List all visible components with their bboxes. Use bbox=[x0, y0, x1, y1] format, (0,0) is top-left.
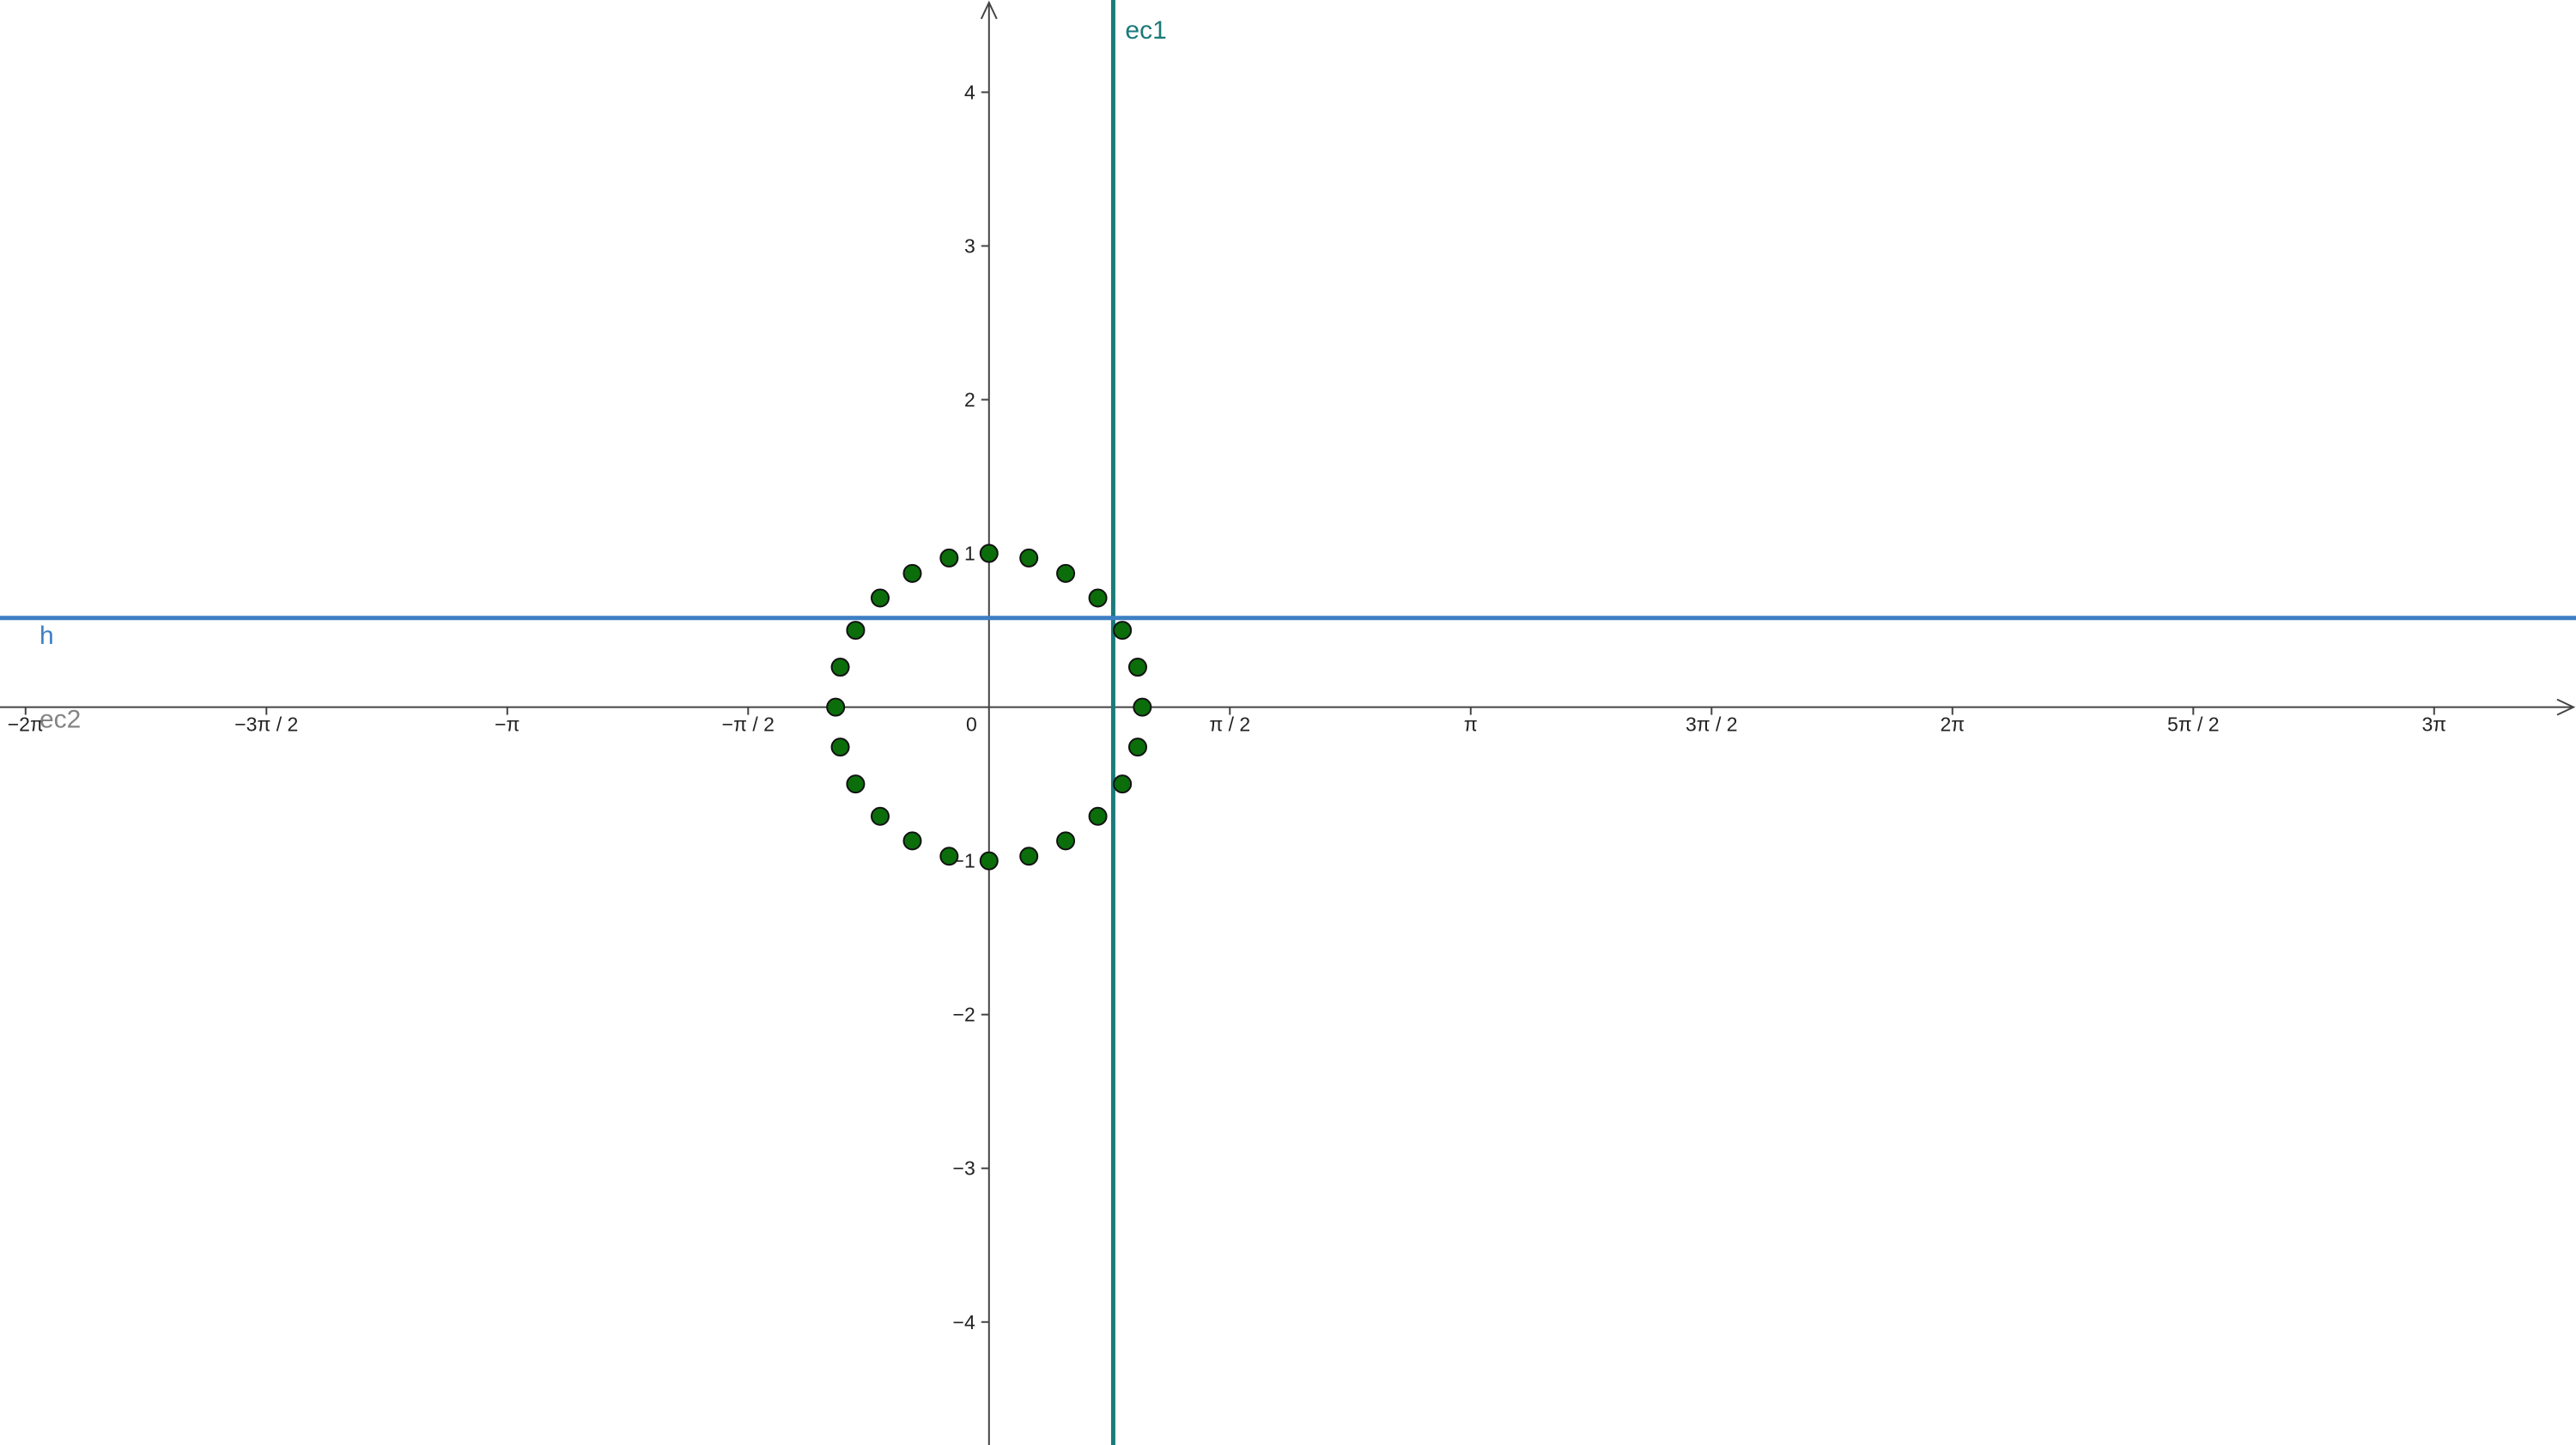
x-tick-label: 2π bbox=[1940, 713, 1965, 736]
data-point[interactable] bbox=[939, 548, 959, 568]
data-point[interactable] bbox=[902, 563, 922, 583]
y-tick-label: 3 bbox=[964, 234, 975, 257]
y-tick-label: 1 bbox=[964, 543, 975, 565]
origin-label: 0 bbox=[966, 713, 977, 736]
line-label-ec1: ec1 bbox=[1125, 16, 1166, 45]
line-label-ec2: ec2 bbox=[39, 706, 81, 734]
x-tick-label: π bbox=[1464, 713, 1478, 736]
data-point[interactable] bbox=[1128, 658, 1147, 677]
data-point[interactable] bbox=[1128, 738, 1147, 757]
x-tick-label: −3π / 2 bbox=[234, 713, 298, 736]
data-point[interactable] bbox=[1019, 548, 1039, 568]
y-tick-label: −4 bbox=[953, 1311, 975, 1333]
x-tick-label: −π bbox=[495, 713, 519, 736]
data-point[interactable] bbox=[830, 658, 850, 677]
x-tick-label: 5π / 2 bbox=[2167, 713, 2220, 736]
data-point[interactable] bbox=[979, 543, 999, 563]
data-point[interactable] bbox=[830, 738, 850, 757]
data-point[interactable] bbox=[979, 851, 999, 871]
data-point[interactable] bbox=[846, 774, 866, 794]
data-point[interactable] bbox=[826, 697, 846, 717]
data-point[interactable] bbox=[871, 806, 890, 826]
data-point[interactable] bbox=[871, 588, 890, 608]
data-point[interactable] bbox=[939, 847, 959, 866]
y-tick-label: −2 bbox=[953, 1004, 975, 1026]
y-tick-label: −3 bbox=[953, 1157, 975, 1180]
y-tick-label: 4 bbox=[964, 81, 975, 103]
data-point[interactable] bbox=[1088, 588, 1108, 608]
data-point[interactable] bbox=[1056, 563, 1076, 583]
graph-view[interactable]: 0 −2π −3π / 2 −π −π / 2 π / 2 π 3π / 2 2π 5π / 2… bbox=[0, 0, 2576, 1445]
y-tick-label: 2 bbox=[964, 389, 975, 411]
data-point[interactable] bbox=[902, 831, 922, 851]
line-label-h: h bbox=[39, 622, 54, 650]
x-tick-label: −π / 2 bbox=[722, 713, 775, 736]
data-point[interactable] bbox=[1113, 774, 1133, 794]
data-point[interactable] bbox=[1088, 806, 1108, 826]
x-tick-label: π / 2 bbox=[1209, 713, 1250, 736]
data-point[interactable] bbox=[846, 621, 866, 641]
x-tick-label: −2π bbox=[8, 713, 44, 736]
x-axis-ticks: −2π −3π / 2 −π −π / 2 π / 2 π 3π / 2 2π 5π / 2 3π bbox=[8, 707, 2446, 736]
data-point[interactable] bbox=[1113, 621, 1133, 641]
data-point[interactable] bbox=[1056, 831, 1076, 851]
x-tick-label: 3π bbox=[2421, 713, 2446, 736]
data-point[interactable] bbox=[1019, 847, 1039, 866]
data-point[interactable] bbox=[1133, 697, 1152, 717]
x-tick-label: 3π / 2 bbox=[1686, 713, 1738, 736]
